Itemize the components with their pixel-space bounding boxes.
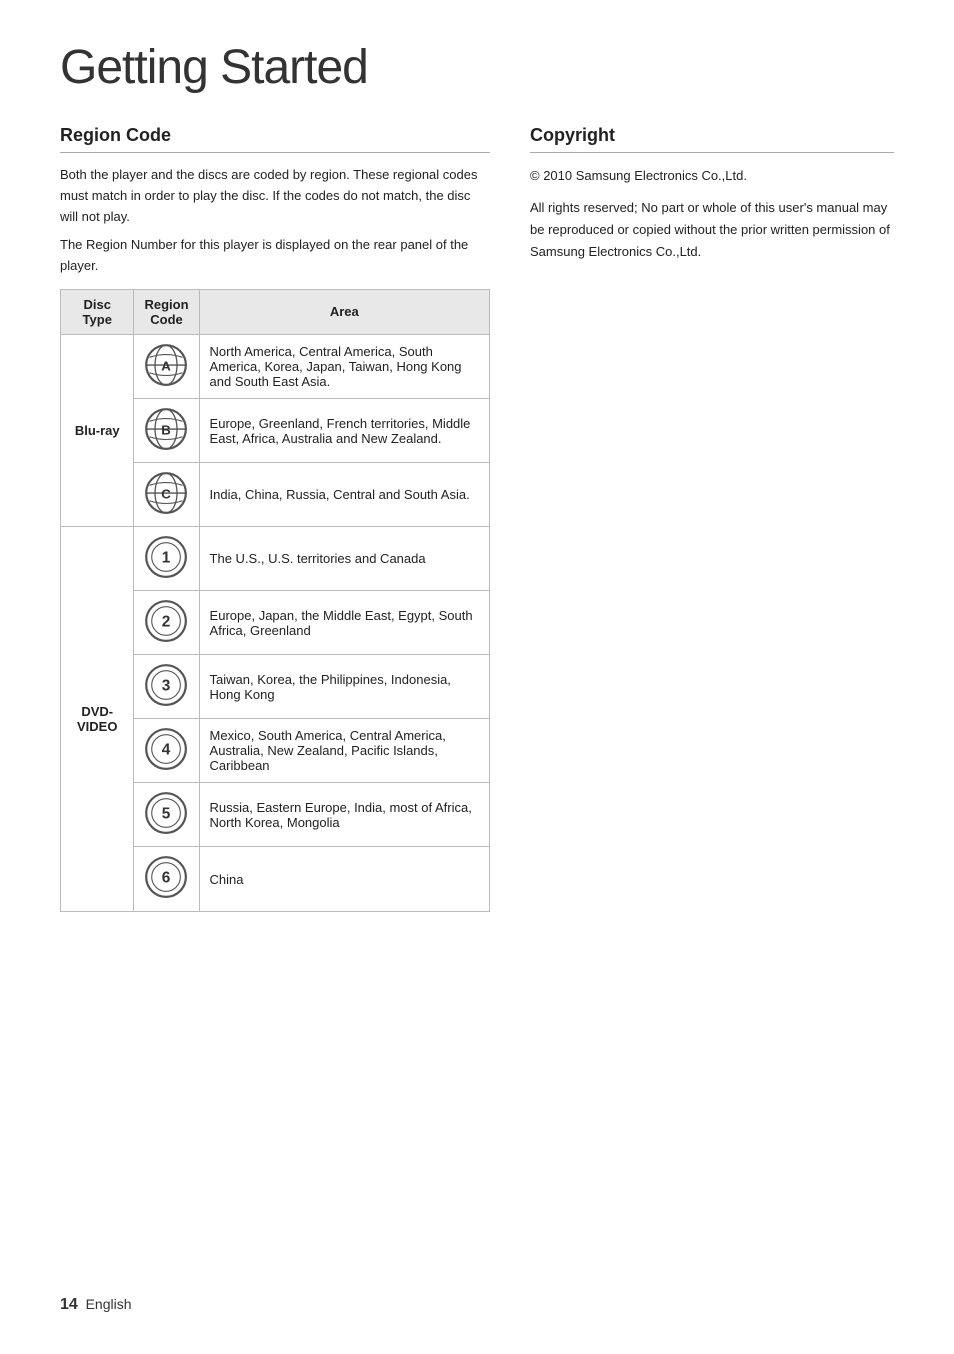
svg-text:6: 6 bbox=[162, 870, 171, 887]
dvd-region-2-icon: 2 bbox=[144, 599, 188, 643]
copyright-line1: © 2010 Samsung Electronics Co.,Ltd. bbox=[530, 165, 894, 187]
page-number: 14 bbox=[60, 1296, 78, 1313]
dvd-region-1-icon: 1 bbox=[144, 535, 188, 579]
copyright-divider bbox=[530, 152, 894, 153]
dvd-region-6-icon: 6 bbox=[144, 855, 188, 899]
page-title: Getting Started bbox=[60, 40, 894, 95]
bluray-region-C-icon: C bbox=[144, 471, 188, 515]
svg-text:4: 4 bbox=[162, 742, 171, 759]
svg-text:3: 3 bbox=[162, 678, 171, 695]
table-row: DVD-VIDEO 1 The U.S., U.S. territories a… bbox=[61, 527, 490, 591]
region-code-desc1: Both the player and the discs are coded … bbox=[60, 165, 490, 227]
region-icon-6: 6 bbox=[134, 847, 199, 911]
region-table: Disc Type Region Code Area Blu-ray bbox=[60, 289, 490, 912]
region-icon-3: 3 bbox=[134, 655, 199, 719]
region-B-area: Europe, Greenland, French territories, M… bbox=[199, 399, 489, 463]
region-icon-1: 1 bbox=[134, 527, 199, 591]
dvd-region-3-icon: 3 bbox=[144, 663, 188, 707]
dvd-region-4-icon: 4 bbox=[144, 727, 188, 771]
language-label: English bbox=[86, 1296, 132, 1312]
region-C-area: India, China, Russia, Central and South … bbox=[199, 463, 489, 527]
svg-text:A: A bbox=[162, 359, 172, 374]
svg-text:2: 2 bbox=[162, 614, 171, 631]
region-2-area: Europe, Japan, the Middle East, Egypt, S… bbox=[199, 591, 489, 655]
svg-text:1: 1 bbox=[162, 550, 171, 567]
copyright-section: Copyright © 2010 Samsung Electronics Co.… bbox=[530, 125, 894, 912]
region-icon-C: C bbox=[134, 463, 199, 527]
svg-text:5: 5 bbox=[162, 806, 171, 823]
bluray-region-A-icon: A bbox=[144, 343, 188, 387]
region-5-area: Russia, Eastern Europe, India, most of A… bbox=[199, 783, 489, 847]
region-icon-A: A bbox=[134, 334, 199, 398]
region-1-area: The U.S., U.S. territories and Canada bbox=[199, 527, 489, 591]
section-divider bbox=[60, 152, 490, 153]
col-header-area: Area bbox=[199, 289, 489, 334]
region-icon-2: 2 bbox=[134, 591, 199, 655]
copyright-line2: All rights reserved; No part or whole of… bbox=[530, 197, 894, 263]
region-6-area: China bbox=[199, 847, 489, 911]
table-row: Blu-ray A North America, Central Ameri bbox=[61, 334, 490, 398]
copyright-title: Copyright bbox=[530, 125, 894, 146]
region-3-area: Taiwan, Korea, the Philippines, Indonesi… bbox=[199, 655, 489, 719]
col-header-disc-type: Disc Type bbox=[61, 289, 134, 334]
region-code-title: Region Code bbox=[60, 125, 490, 146]
page-footer: 14 English bbox=[60, 1296, 132, 1314]
region-A-area: North America, Central America, South Am… bbox=[199, 334, 489, 398]
svg-text:B: B bbox=[162, 423, 172, 438]
col-header-region-code: Region Code bbox=[134, 289, 199, 334]
copyright-content: © 2010 Samsung Electronics Co.,Ltd. All … bbox=[530, 165, 894, 263]
region-icon-5: 5 bbox=[134, 783, 199, 847]
bluray-region-B-icon: B bbox=[144, 407, 188, 451]
region-4-area: Mexico, South America, Central America, … bbox=[199, 719, 489, 783]
svg-text:C: C bbox=[162, 487, 172, 502]
region-code-desc2: The Region Number for this player is dis… bbox=[60, 235, 490, 277]
disc-type-dvd: DVD-VIDEO bbox=[61, 527, 134, 911]
dvd-region-5-icon: 5 bbox=[144, 791, 188, 835]
region-icon-B: B bbox=[134, 399, 199, 463]
region-code-section: Region Code Both the player and the disc… bbox=[60, 125, 490, 912]
disc-type-bluray: Blu-ray bbox=[61, 334, 134, 526]
region-icon-4: 4 bbox=[134, 719, 199, 783]
